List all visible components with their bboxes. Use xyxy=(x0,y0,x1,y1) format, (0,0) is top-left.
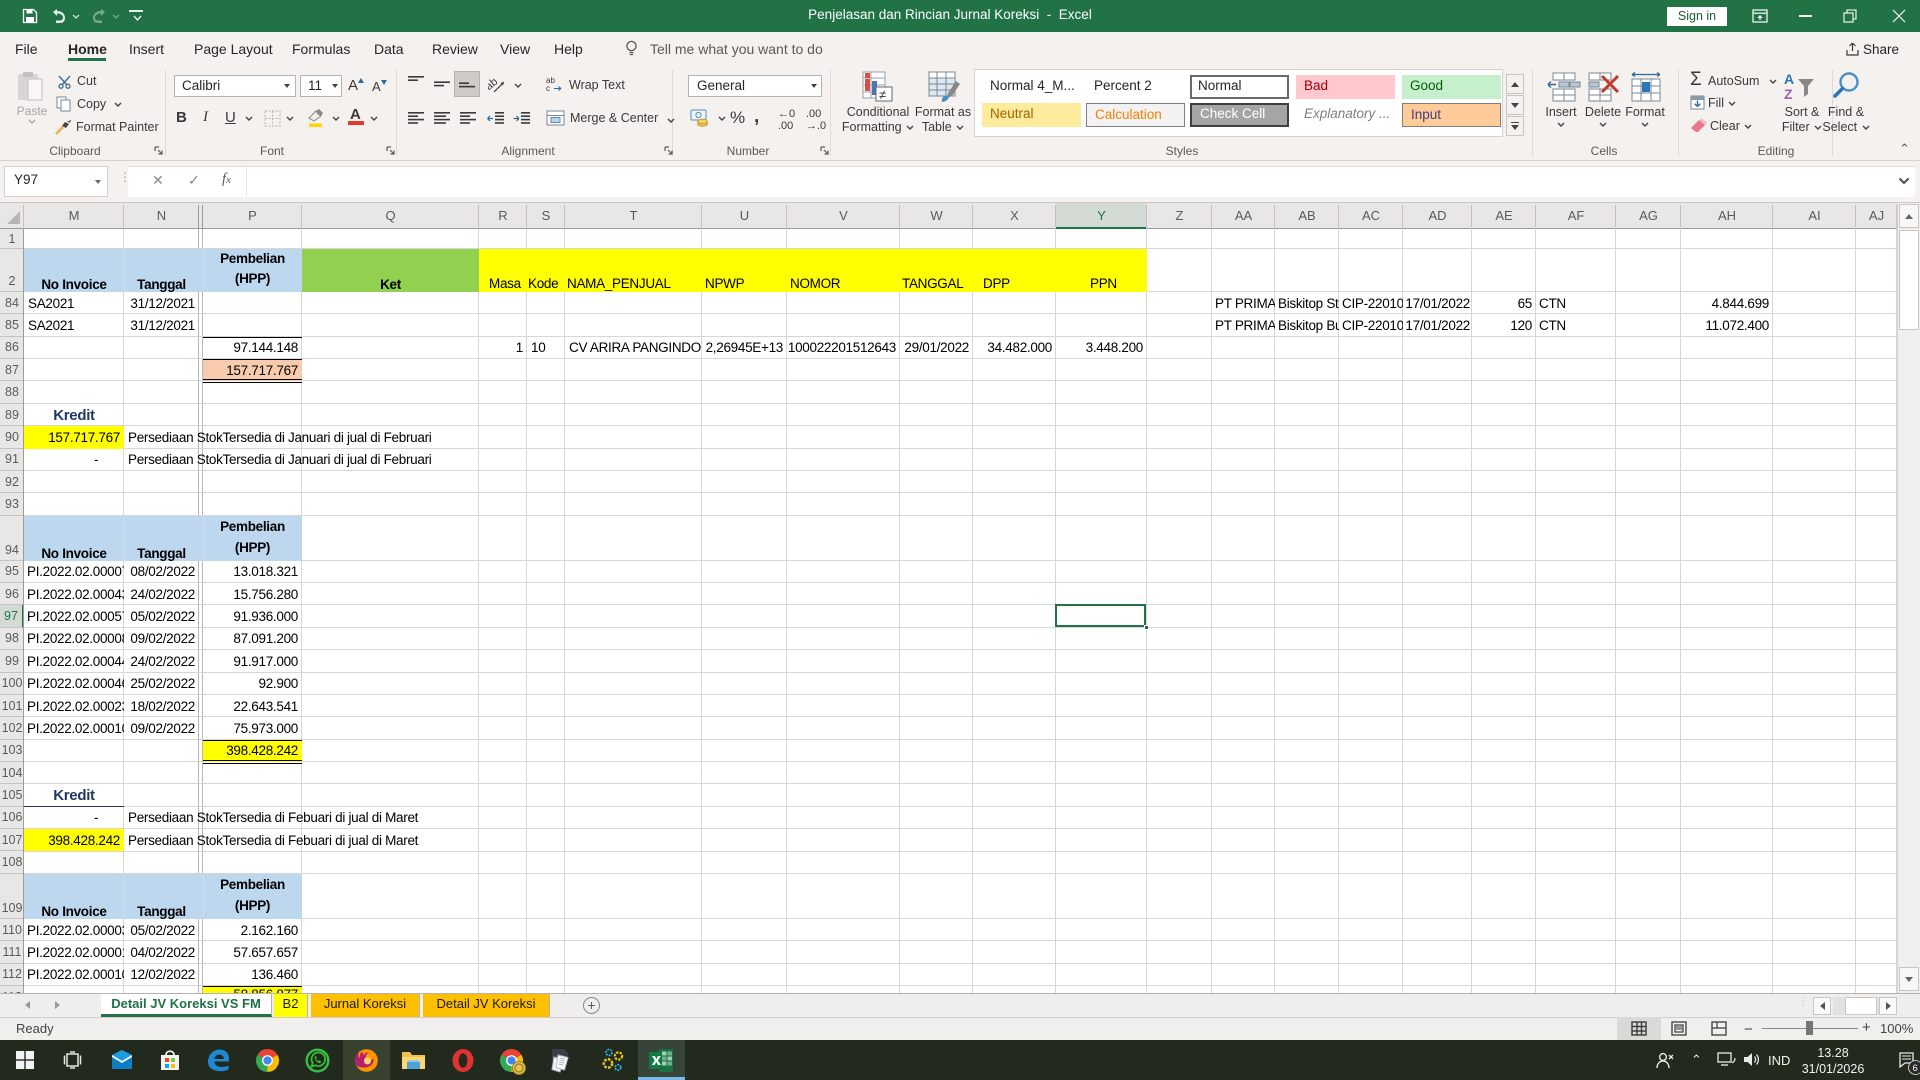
svg-text:Z: Z xyxy=(1784,86,1793,101)
svg-text:ab: ab xyxy=(488,76,500,93)
svg-text:A: A xyxy=(1784,71,1794,87)
svg-text:6: 6 xyxy=(1913,1063,1918,1074)
svg-text:≠: ≠ xyxy=(879,87,886,102)
svg-text:c: c xyxy=(546,84,550,92)
